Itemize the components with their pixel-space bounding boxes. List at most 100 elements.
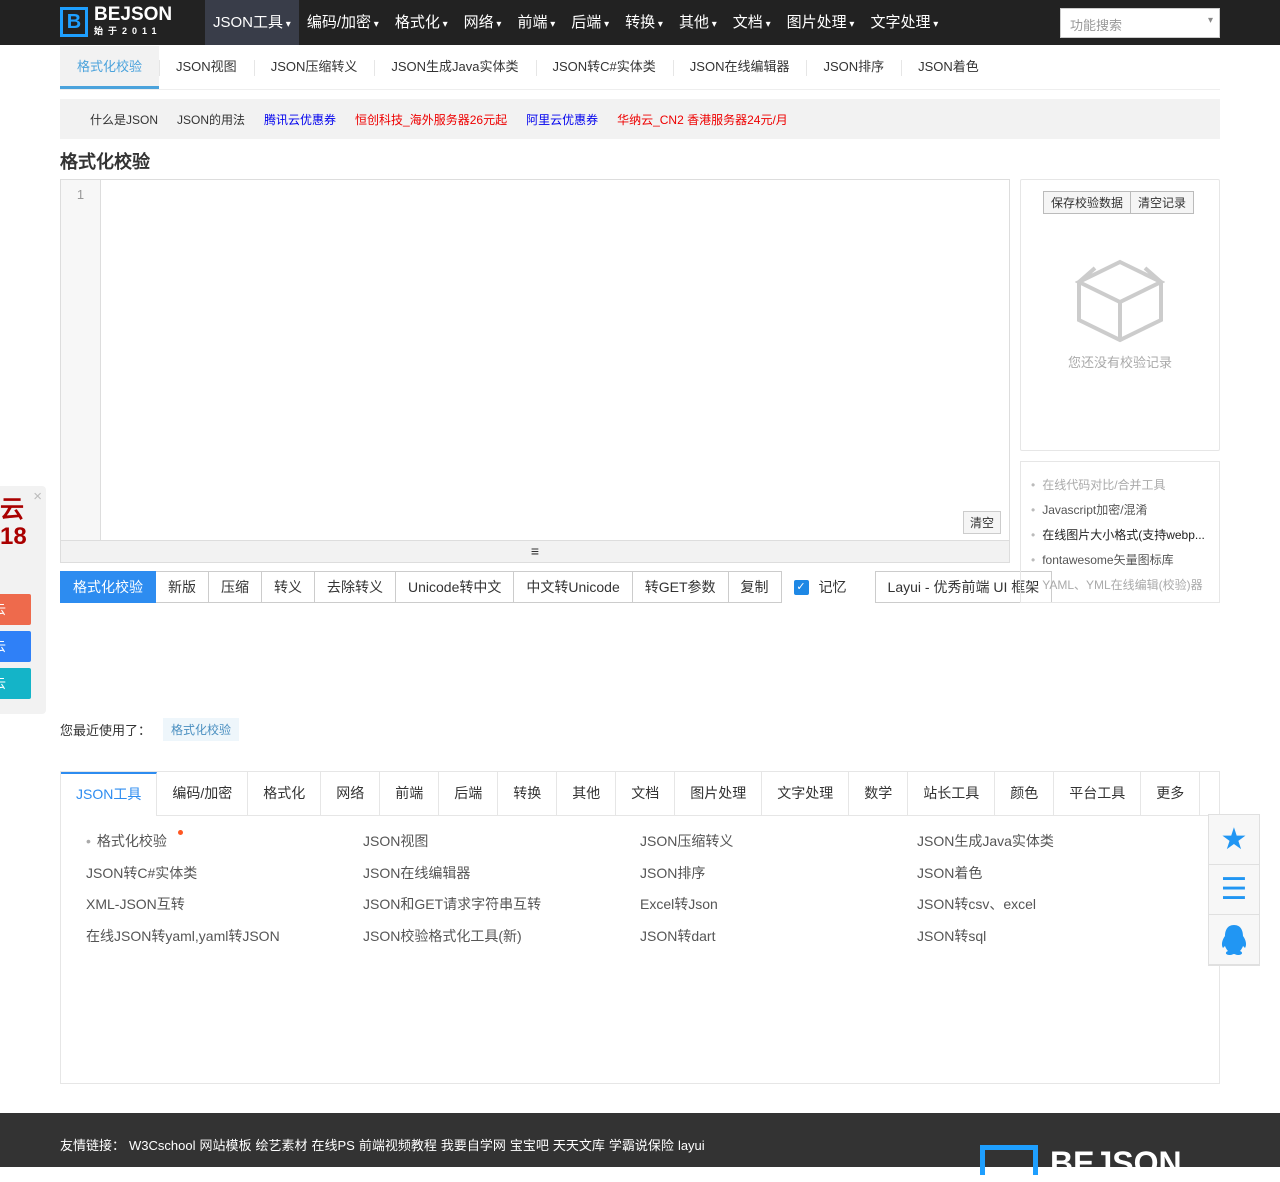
action-button[interactable]: Unicode转中文: [396, 571, 515, 603]
nav-item[interactable]: 文档: [725, 0, 779, 45]
side-link[interactable]: Javascript加密/混淆: [1031, 498, 1219, 523]
friend-link[interactable]: 宝宝吧: [510, 1138, 549, 1153]
ad-button[interactable]: 云: [0, 668, 31, 699]
remember-checkbox[interactable]: ✓ 记忆: [793, 577, 847, 597]
friend-link[interactable]: 网站模板: [199, 1138, 251, 1153]
floating-toolbar: ★ ☰: [1208, 814, 1260, 966]
tool-link[interactable]: JSON视图: [363, 830, 640, 853]
tool-tab[interactable]: 其他: [557, 772, 617, 815]
friend-link[interactable]: 天天文库: [553, 1138, 605, 1153]
tool-tab[interactable]: 颜色: [995, 772, 1055, 815]
tool-link[interactable]: JSON排序: [640, 862, 917, 885]
subnav-tab[interactable]: 格式化校验: [60, 46, 160, 89]
resize-handle[interactable]: ≡: [61, 540, 1009, 562]
info-link[interactable]: 阿里云优惠券: [526, 111, 598, 128]
info-link[interactable]: 腾讯云优惠券: [264, 111, 336, 128]
side-link[interactable]: 在线代码对比/合并工具: [1031, 473, 1219, 498]
tool-tab[interactable]: 编码/加密: [157, 772, 249, 815]
tool-link[interactable]: JSON转csv、excel: [917, 893, 1194, 916]
nav-item[interactable]: 编码/加密: [299, 0, 387, 45]
nav-item[interactable]: 转换: [617, 0, 671, 45]
nav-item[interactable]: 图片处理: [779, 0, 863, 45]
action-button[interactable]: 转义: [262, 571, 315, 603]
nav-item[interactable]: 其他: [671, 0, 725, 45]
subnav-tab[interactable]: JSON转C#实体类: [535, 46, 673, 89]
qq-icon[interactable]: [1209, 915, 1259, 965]
tool-link[interactable]: JSON转C#实体类: [86, 862, 363, 885]
tool-tab[interactable]: 前端: [380, 772, 440, 815]
tool-link[interactable]: JSON着色: [917, 862, 1194, 885]
action-button[interactable]: 新版: [156, 571, 209, 603]
save-data-button[interactable]: 保存校验数据: [1043, 191, 1132, 214]
action-button[interactable]: 去除转义: [315, 571, 396, 603]
tool-link[interactable]: JSON转sql: [917, 925, 1194, 948]
search-select[interactable]: 功能搜索: [1060, 8, 1220, 38]
tool-tab[interactable]: 文字处理: [762, 772, 850, 815]
info-link[interactable]: 华纳云_CN2 香港服务器24元/月: [617, 111, 788, 128]
subnav-tab[interactable]: JSON压缩转义: [253, 46, 375, 89]
tool-link[interactable]: Excel转Json: [640, 893, 917, 916]
friend-link[interactable]: 前端视频教程: [359, 1138, 437, 1153]
tool-tab[interactable]: 后端: [439, 772, 499, 815]
side-link[interactable]: 在线图片大小格式(支持webp...: [1031, 523, 1219, 548]
action-button[interactable]: 转GET参数: [632, 571, 729, 603]
ad-button[interactable]: 云: [0, 631, 31, 662]
subnav-tab[interactable]: JSON着色: [901, 46, 996, 89]
subnav-tab[interactable]: JSON排序: [806, 46, 901, 89]
logo[interactable]: B BEJSON 始于2011: [60, 5, 172, 37]
tool-tab[interactable]: 网络: [321, 772, 381, 815]
info-link[interactable]: 恒创科技_海外服务器26元起: [355, 111, 507, 128]
tool-link[interactable]: 在线JSON转yaml,yaml转JSON: [86, 925, 363, 948]
friend-link[interactable]: 学霸说保险: [609, 1138, 674, 1153]
tool-tab[interactable]: JSON工具: [61, 772, 158, 816]
action-button[interactable]: 格式化校验: [60, 571, 156, 603]
close-icon[interactable]: ×: [33, 488, 42, 505]
friend-link[interactable]: layui: [678, 1138, 705, 1153]
side-link[interactable]: YAML、YML在线编辑(校验)器: [1031, 573, 1219, 598]
nav-item[interactable]: 格式化: [387, 0, 456, 45]
ad-button[interactable]: 云: [0, 594, 31, 625]
side-ad[interactable]: × 云18 云 云 云: [0, 486, 46, 714]
nav-item[interactable]: 文字处理: [862, 0, 946, 45]
action-button[interactable]: 压缩: [209, 571, 262, 603]
nav-item[interactable]: JSON工具: [205, 0, 299, 45]
tool-link[interactable]: JSON生成Java实体类: [917, 830, 1194, 853]
subnav-tab[interactable]: JSON生成Java实体类: [374, 46, 535, 89]
action-button[interactable]: 复制: [728, 571, 782, 603]
tool-tab[interactable]: 数学: [849, 772, 909, 815]
tool-tab[interactable]: 转换: [498, 772, 558, 815]
nav-item[interactable]: 后端: [563, 0, 617, 45]
tool-link[interactable]: XML-JSON互转: [86, 893, 363, 916]
tool-link[interactable]: JSON和GET请求字符串互转: [363, 893, 640, 916]
tool-link[interactable]: 格式化校验: [86, 830, 363, 853]
tool-link[interactable]: JSON在线编辑器: [363, 862, 640, 885]
subnav-tab[interactable]: JSON在线编辑器: [672, 46, 807, 89]
json-editor[interactable]: 1 清空 ≡: [60, 179, 1010, 563]
menu-icon[interactable]: ☰: [1209, 865, 1259, 915]
tool-tab[interactable]: 文档: [616, 772, 676, 815]
tool-tab[interactable]: 站长工具: [908, 772, 996, 815]
nav-item[interactable]: 网络: [456, 0, 510, 45]
clear-button[interactable]: 清空: [962, 511, 1001, 534]
checkbox-icon[interactable]: ✓: [793, 579, 809, 595]
tool-tab[interactable]: 格式化: [248, 772, 322, 815]
tool-link[interactable]: JSON转dart: [640, 925, 917, 948]
clear-history-button[interactable]: 清空记录: [1131, 191, 1195, 214]
friend-link[interactable]: W3Cschool: [129, 1138, 195, 1153]
nav-item[interactable]: 前端: [509, 0, 563, 45]
tool-tab[interactable]: 更多: [1141, 772, 1201, 815]
info-link[interactable]: 什么是JSON: [90, 111, 158, 128]
star-icon[interactable]: ★: [1209, 815, 1259, 865]
side-link[interactable]: fontawesome矢量图标库: [1031, 548, 1219, 573]
tool-link[interactable]: JSON压缩转义: [640, 830, 917, 853]
action-button[interactable]: 中文转Unicode: [514, 571, 633, 603]
friend-link[interactable]: 我要自学网: [441, 1138, 506, 1153]
tool-link[interactable]: JSON校验格式化工具(新): [363, 925, 640, 948]
friend-link[interactable]: 在线PS: [312, 1138, 355, 1153]
tool-tab[interactable]: 平台工具: [1054, 772, 1142, 815]
friend-link[interactable]: 绘艺素材: [256, 1138, 308, 1153]
info-link[interactable]: JSON的用法: [177, 111, 245, 128]
tool-tab[interactable]: 图片处理: [675, 772, 763, 815]
recent-tag[interactable]: 格式化校验: [163, 718, 240, 741]
subnav-tab[interactable]: JSON视图: [159, 46, 254, 89]
